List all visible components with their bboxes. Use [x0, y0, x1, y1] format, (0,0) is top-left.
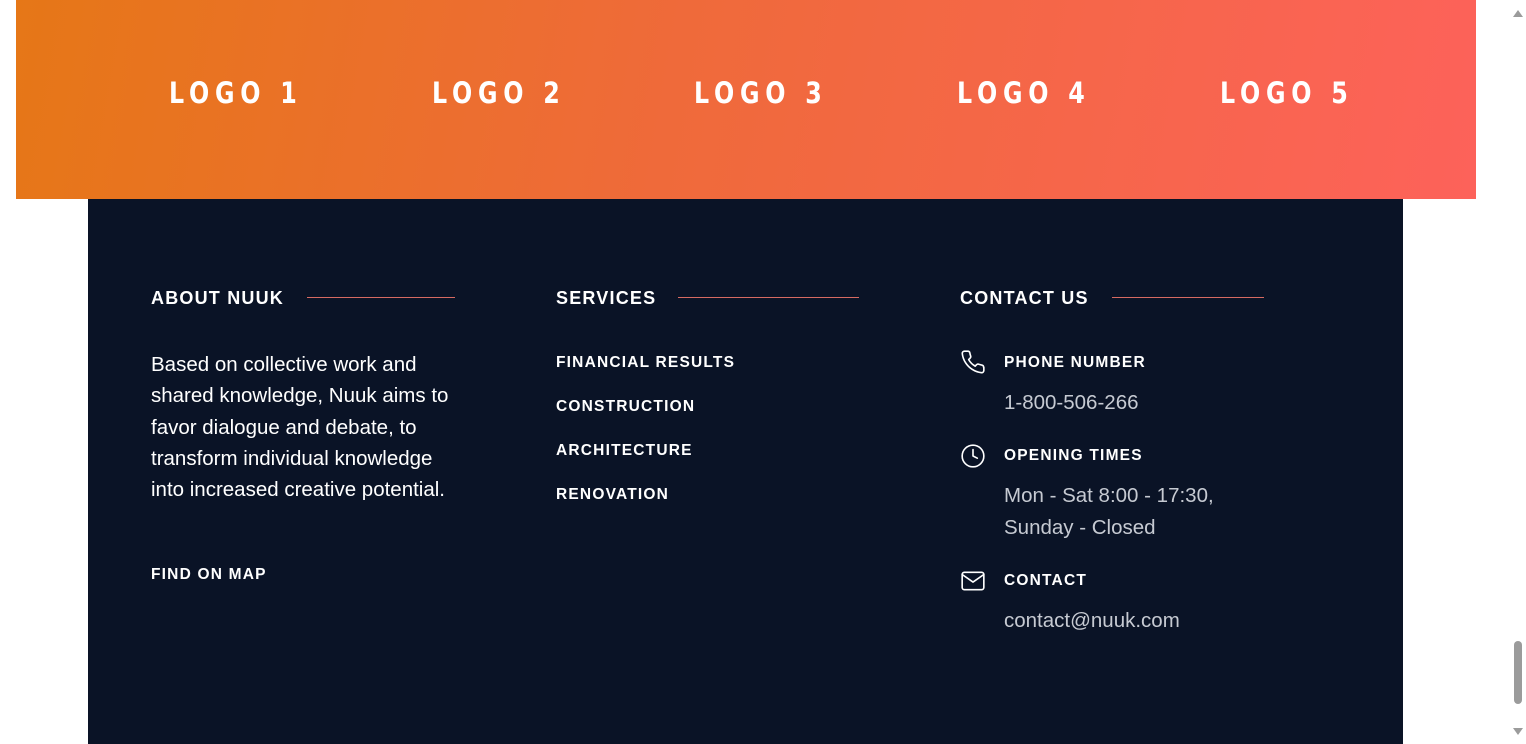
service-link-construction[interactable]: CONSTRUCTION [556, 397, 695, 417]
mail-icon [961, 571, 985, 591]
phone-icon [961, 350, 985, 374]
phone-value[interactable]: 1-800-506-266 [1004, 387, 1139, 418]
partner-logo-3[interactable]: LOGO 3 [694, 75, 828, 111]
scroll-up-arrow-icon[interactable] [1513, 10, 1523, 17]
clock-icon [961, 444, 985, 468]
service-link-architecture[interactable]: ARCHITECTURE [556, 441, 693, 461]
partner-logo-1[interactable]: LOGO 1 [169, 75, 303, 111]
opening-times-line-2: Sunday - Closed [1004, 516, 1156, 539]
contact-email-value[interactable]: contact@nuuk.com [1004, 605, 1180, 636]
contact-title: CONTACT US [960, 288, 1089, 308]
about-title-divider [307, 297, 455, 298]
logo-band: LOGO 1 LOGO 2 LOGO 3 LOGO 4 LOGO 5 [16, 0, 1476, 199]
page-scrollbar[interactable] [1510, 0, 1526, 744]
opening-times-line-1: Mon - Sat 8:00 - 17:30, [1004, 484, 1214, 507]
phone-label: PHONE NUMBER [1004, 354, 1146, 371]
find-on-map-link[interactable]: FIND ON MAP [151, 565, 267, 585]
about-title: ABOUT NUUK [151, 288, 284, 308]
partner-logo-2[interactable]: LOGO 2 [432, 75, 566, 111]
scroll-down-arrow-icon[interactable] [1513, 728, 1523, 735]
opening-times-label: OPENING TIMES [1004, 447, 1143, 464]
footer: ABOUT NUUK Based on collective work and … [88, 199, 1403, 744]
services-title: SERVICES [556, 288, 657, 308]
services-title-divider [678, 297, 859, 298]
about-description: Based on collective work and shared know… [151, 353, 449, 502]
partner-logo-4[interactable]: LOGO 4 [957, 75, 1091, 111]
partner-logo-5[interactable]: LOGO 5 [1220, 75, 1354, 111]
service-link-financial-results[interactable]: FINANCIAL RESULTS [556, 353, 735, 373]
scroll-thumb[interactable] [1514, 641, 1522, 704]
contact-title-divider [1112, 297, 1264, 298]
contact-email-label: CONTACT [1004, 572, 1088, 589]
service-link-renovation[interactable]: RENOVATION [556, 485, 669, 505]
